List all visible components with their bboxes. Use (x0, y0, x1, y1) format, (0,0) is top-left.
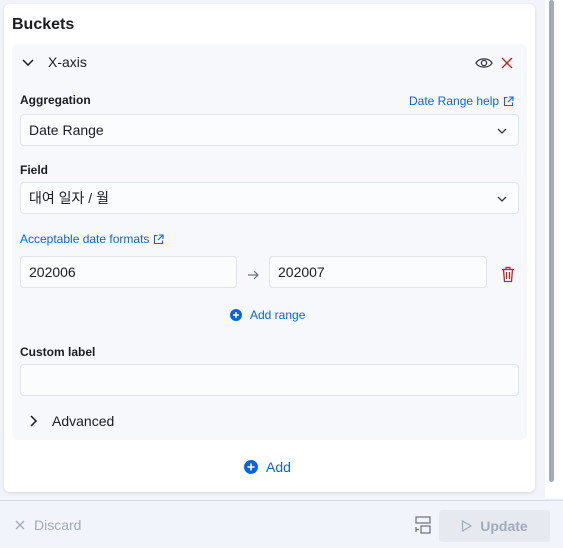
close-icon (15, 520, 25, 530)
custom-label-label: Custom label (20, 345, 96, 359)
range-from-input[interactable]: 202006 (20, 256, 237, 288)
custom-label-input[interactable] (20, 364, 519, 396)
date-formats-text: Acceptable date formats (20, 232, 150, 246)
chevron-down-icon (22, 59, 34, 67)
plus-circle-icon (230, 309, 242, 321)
close-icon[interactable] (500, 56, 514, 70)
range-to-value: 202007 (278, 264, 325, 280)
add-range-button[interactable]: Add range (230, 308, 305, 322)
trash-icon[interactable] (500, 266, 516, 283)
add-range-label: Add range (250, 308, 306, 322)
field-label: Field (20, 163, 49, 177)
discard-button[interactable]: Discard (14, 517, 81, 533)
external-link-icon (504, 95, 514, 106)
update-button[interactable]: Update (439, 510, 550, 542)
date-range-help-link[interactable]: Date Range help (409, 94, 514, 108)
date-range-help-text: Date Range help (409, 94, 500, 108)
aggregation-select[interactable]: Date Range (20, 114, 519, 146)
acceptable-date-formats-link[interactable]: Acceptable date formats (20, 232, 164, 246)
bucket-x-axis: X-axis Aggregation Date Range help Date … (12, 44, 527, 440)
panel-title: Buckets (12, 16, 75, 33)
bucket-accordion-toggle[interactable]: X-axis (20, 54, 87, 70)
plus-circle-icon (244, 460, 258, 474)
footer-bar: Discard Update (0, 500, 563, 548)
chevron-down-icon (497, 196, 507, 202)
update-label: Update (480, 518, 528, 534)
advanced-label: Advanced (52, 413, 115, 429)
layout-toggle-icon[interactable] (415, 516, 431, 534)
scrollbar[interactable] (549, 0, 554, 482)
aggregation-value: Date Range (29, 122, 104, 138)
aggregation-label: Aggregation (20, 93, 91, 107)
external-link-icon (154, 233, 164, 244)
range-to-input[interactable]: 202007 (269, 256, 487, 288)
advanced-toggle[interactable]: Advanced (26, 413, 114, 429)
chevron-right-icon (30, 415, 38, 427)
chevron-down-icon (497, 128, 507, 134)
add-bucket-button[interactable]: Add (244, 459, 291, 475)
scroll-gutter (545, 0, 563, 498)
range-from-value: 202006 (29, 264, 76, 280)
play-icon (462, 520, 473, 532)
bucket-title: X-axis (48, 54, 87, 70)
discard-label: Discard (34, 517, 82, 533)
eye-icon[interactable] (475, 56, 493, 70)
arrow-right-icon (248, 270, 259, 280)
field-select[interactable]: 대여 일자 / 월 (20, 182, 519, 214)
field-value: 대여 일자 / 월 (29, 190, 109, 206)
buckets-panel: Buckets X-axis Aggregation Date Range he… (4, 4, 535, 492)
add-label: Add (266, 459, 291, 475)
